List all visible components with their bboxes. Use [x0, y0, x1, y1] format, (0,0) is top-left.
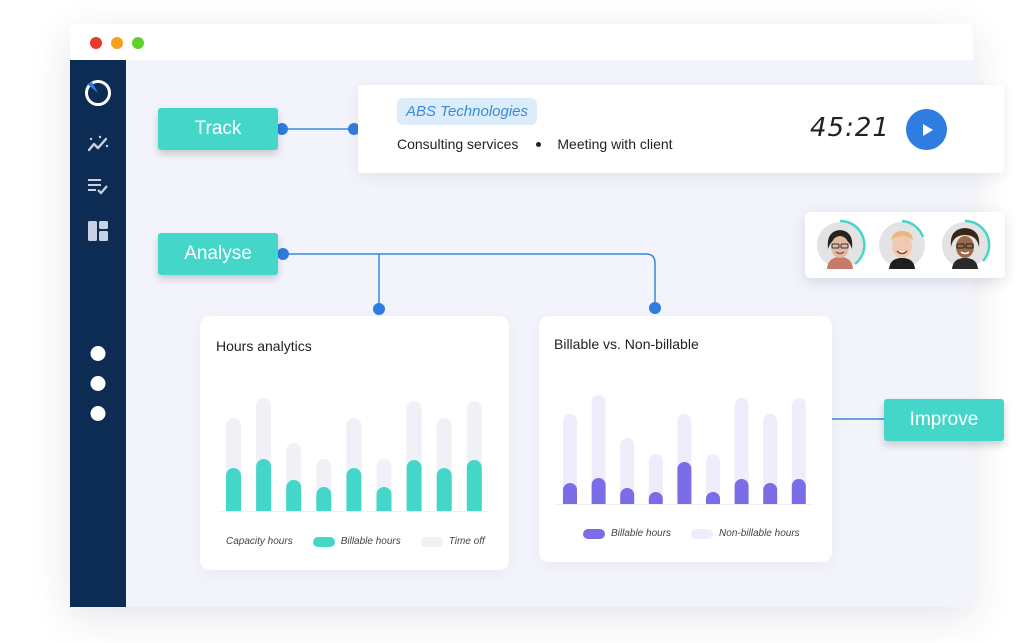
legend-label: Capacity hours	[226, 536, 293, 547]
timer-display: 45:21	[810, 113, 890, 143]
minimize-window-button[interactable]	[111, 37, 123, 49]
bar-billable-hours-1	[226, 468, 241, 511]
logo-ring-icon[interactable]	[83, 78, 113, 108]
legend-non-billable-hours: Non-billable hours	[691, 528, 800, 539]
bar-billable-hours-3	[620, 488, 635, 504]
bar-billable-hours-5	[677, 462, 692, 504]
bar-billable-hours-9	[791, 479, 806, 504]
bar-billable-hours-4	[316, 487, 332, 511]
task-line: Consulting services Meeting with client	[397, 136, 673, 152]
nav-dot-3[interactable]	[90, 406, 106, 421]
legend-swatch	[583, 528, 605, 539]
bar-billable-hours-2	[256, 459, 272, 511]
nav-dot-2[interactable]	[90, 376, 106, 391]
legend-label: Billable hours	[611, 528, 672, 539]
project-name: Consulting services	[397, 136, 519, 152]
bar-billable-hours-3	[286, 480, 302, 511]
avatar[interactable]	[814, 219, 866, 271]
legend-label: Billable hours	[340, 536, 401, 547]
hours-analytics-legend: Capacity hours Billable hours Time off	[226, 536, 505, 547]
track-step-button[interactable]: Track	[158, 108, 278, 150]
bar-billable-hours-1	[563, 483, 577, 504]
analytics-icon[interactable]	[86, 134, 110, 154]
play-button[interactable]	[906, 109, 947, 150]
bar-billable-hours-5	[346, 468, 362, 511]
close-window-button[interactable]	[90, 37, 102, 49]
bar-billable-hours-9	[466, 460, 482, 511]
billable-vs-nonbillable-chart	[555, 395, 814, 505]
bar-billable-hours-6	[376, 487, 392, 511]
bar-billable-hours-8	[436, 468, 452, 511]
time-tracker-card: ABS Technologies Consulting services Mee…	[358, 85, 1004, 173]
sidebar	[70, 60, 126, 607]
bar-billable-hours-2	[591, 478, 606, 504]
legend-swatch	[312, 536, 335, 547]
nav-dot-1[interactable]	[90, 346, 106, 361]
legend-label: Time off	[448, 536, 485, 547]
improve-step-button[interactable]: Improve	[884, 399, 1004, 441]
title-bar	[70, 24, 973, 60]
bar-billable-hours-7	[734, 479, 749, 504]
task-name: Meeting with client	[557, 136, 673, 152]
checklist-icon[interactable]	[86, 176, 110, 196]
legend-time-off: Time off	[420, 536, 485, 547]
team-avatars-card	[805, 212, 1005, 278]
legend-label: Non-billable hours	[719, 528, 800, 539]
avatar[interactable]	[876, 219, 928, 271]
hours-analytics-chart	[218, 398, 490, 512]
analyse-step-button[interactable]: Analyse	[158, 233, 278, 275]
billable-vs-nonbillable-card: Billable vs. Non-billable Billable hours…	[539, 316, 832, 562]
legend-swatch	[420, 536, 443, 547]
billable-chart-legend: Billable hours Non-billable hours	[583, 528, 820, 539]
play-icon	[922, 123, 933, 136]
legend-swatch	[691, 528, 714, 539]
legend-capacity-hours: Capacity hours	[226, 536, 293, 547]
maximize-window-button[interactable]	[132, 37, 144, 49]
bar-billable-hours-8	[763, 483, 778, 504]
legend-billable-hours: Billable hours	[312, 536, 401, 547]
avatar[interactable]	[939, 219, 991, 271]
client-tag[interactable]: ABS Technologies	[397, 98, 538, 125]
dashboard-icon[interactable]	[86, 220, 110, 242]
hours-analytics-card: Hours analytics Capacity hours Billable …	[200, 316, 509, 570]
legend-billable-hours: Billable hours	[583, 528, 671, 539]
bar-billable-hours-7	[406, 460, 422, 511]
separator-dot	[536, 141, 542, 147]
